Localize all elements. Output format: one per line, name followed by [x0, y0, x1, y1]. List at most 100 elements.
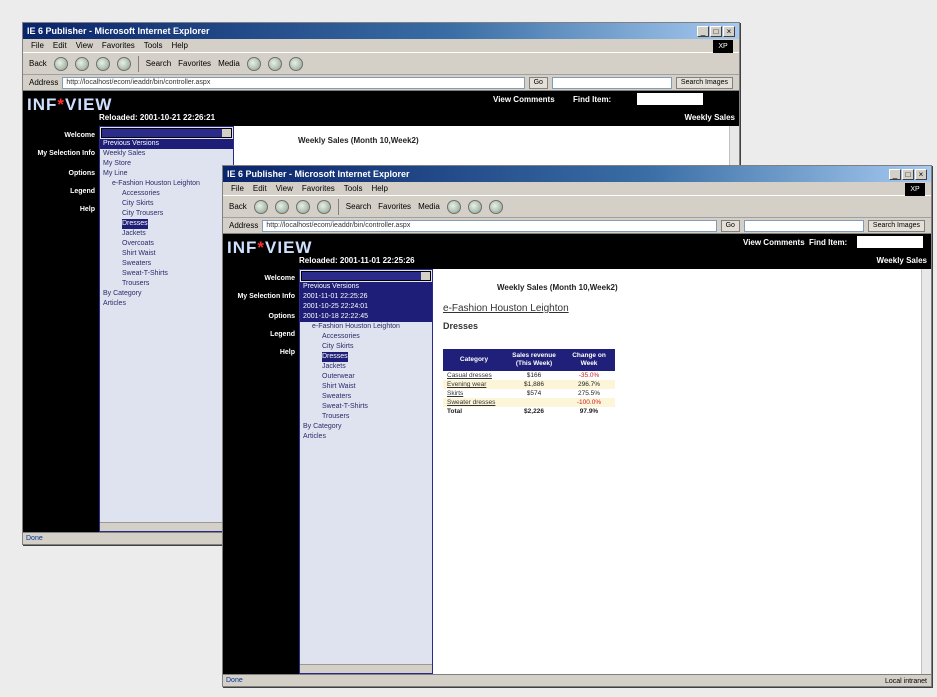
column-header[interactable]: Change on Week	[563, 349, 615, 371]
weekly-sales-link[interactable]: Weekly Sales	[876, 256, 927, 265]
go-button[interactable]: Go	[720, 219, 740, 232]
chevron-down-icon[interactable]	[421, 272, 430, 280]
tree-item-selected[interactable]: Dresses	[300, 352, 432, 362]
tree-item[interactable]: City Trousers	[100, 209, 233, 219]
menu-view[interactable]: View	[276, 184, 293, 193]
category-link[interactable]: Sweater dresses	[443, 398, 505, 407]
stop-icon[interactable]	[274, 199, 289, 214]
media-button[interactable]: Media	[418, 202, 440, 211]
version-option[interactable]: 2001-10-25 22:24:01	[300, 302, 432, 312]
title-bar[interactable]: IE 6 Publisher - Microsoft Internet Expl…	[223, 166, 931, 182]
favorites-button[interactable]: Favorites	[378, 202, 411, 211]
horizontal-scrollbar[interactable]	[300, 664, 432, 673]
tree-root[interactable]: e-Fashion Houston Leighton	[100, 179, 233, 189]
menu-help[interactable]: Help	[371, 184, 387, 193]
nav-welcome[interactable]: Welcome	[64, 132, 99, 139]
view-comments-link[interactable]: View Comments	[493, 95, 555, 104]
tree-item[interactable]: Jackets	[100, 229, 233, 239]
print-icon[interactable]	[488, 199, 503, 214]
close-button[interactable]: ×	[723, 25, 735, 37]
nav-legend[interactable]: Legend	[270, 331, 299, 338]
find-item-input[interactable]	[637, 93, 703, 105]
tree-root[interactable]: e-Fashion Houston Leighton	[300, 322, 432, 332]
close-button[interactable]: ×	[915, 168, 927, 180]
refresh-icon[interactable]	[95, 56, 110, 71]
tree-item[interactable]: Outerwear	[300, 372, 432, 382]
nav-legend[interactable]: Legend	[70, 188, 99, 195]
home-icon[interactable]	[316, 199, 331, 214]
category-link[interactable]: Skirts	[443, 389, 505, 398]
tree-item[interactable]: Trousers	[300, 412, 432, 422]
menu-file[interactable]: File	[31, 41, 44, 50]
tree-item[interactable]: Accessories	[300, 332, 432, 342]
search-images-button[interactable]: Search Images	[675, 76, 733, 89]
nav-selection-info[interactable]: My Selection Info	[237, 293, 299, 300]
tree-item-selected[interactable]: Dresses	[100, 219, 233, 229]
nav-selection-info[interactable]: My Selection Info	[37, 150, 99, 157]
tree-item[interactable]: Sweaters	[300, 392, 432, 402]
tree-item[interactable]: Jackets	[300, 362, 432, 372]
forward-icon[interactable]	[53, 56, 68, 71]
horizontal-scrollbar[interactable]	[100, 522, 233, 531]
favorites-button[interactable]: Favorites	[178, 59, 211, 68]
list-item[interactable]: My Line	[100, 169, 233, 179]
menu-edit[interactable]: Edit	[253, 184, 267, 193]
home-icon[interactable]	[116, 56, 131, 71]
list-item[interactable]: Weekly Sales	[100, 149, 233, 159]
tree-item[interactable]: City Skirts	[100, 199, 233, 209]
find-item-input[interactable]	[857, 236, 923, 248]
address-input[interactable]: http://localhost/ecom/ieaddr/bin/control…	[262, 219, 717, 232]
version-option[interactable]: 2001-11-01 22:25:26	[300, 292, 432, 302]
view-comments-link[interactable]: View Comments	[743, 238, 805, 247]
search-images-button[interactable]: Search Images	[867, 219, 925, 232]
search-button[interactable]: Search	[146, 59, 171, 68]
selected-version[interactable]: Previous Versions	[100, 139, 233, 149]
column-header[interactable]: Sales revenue (This Week)	[505, 349, 563, 371]
menu-tools[interactable]: Tools	[144, 41, 163, 50]
nav-help[interactable]: Help	[280, 349, 299, 356]
category-link[interactable]: Casual dresses	[443, 371, 505, 380]
tree-item[interactable]: Accessories	[100, 189, 233, 199]
tree-item[interactable]: Overcoats	[100, 239, 233, 249]
tree-item[interactable]: Trousers	[100, 279, 233, 289]
history-icon[interactable]	[246, 56, 261, 71]
nav-options[interactable]: Options	[69, 170, 99, 177]
refresh-icon[interactable]	[295, 199, 310, 214]
menu-file[interactable]: File	[231, 184, 244, 193]
back-button[interactable]: Back	[29, 59, 47, 68]
store-link[interactable]: e-Fashion Houston Leighton	[443, 303, 569, 314]
mail-icon[interactable]	[267, 56, 282, 71]
list-item[interactable]: My Store	[100, 159, 233, 169]
nav-options[interactable]: Options	[269, 313, 299, 320]
title-bar[interactable]: IE 6 Publisher - Microsoft Internet Expl…	[23, 23, 739, 39]
go-button[interactable]: Go	[528, 76, 548, 89]
menu-favorites[interactable]: Favorites	[302, 184, 335, 193]
version-select[interactable]	[301, 271, 431, 281]
nav-welcome[interactable]: Welcome	[264, 275, 299, 282]
menu-favorites[interactable]: Favorites	[102, 41, 135, 50]
maximize-button[interactable]: □	[710, 25, 722, 37]
version-option[interactable]: 2001-10-18 22:22:45	[300, 312, 432, 322]
list-item[interactable]: Articles	[300, 432, 432, 442]
vertical-scrollbar[interactable]	[921, 269, 931, 674]
minimize-button[interactable]: _	[697, 25, 709, 37]
tree-item[interactable]: Shirt Waist	[100, 249, 233, 259]
mail-icon[interactable]	[467, 199, 482, 214]
menu-view[interactable]: View	[76, 41, 93, 50]
menu-edit[interactable]: Edit	[53, 41, 67, 50]
minimize-button[interactable]: _	[889, 168, 901, 180]
tree-item[interactable]: City Skirts	[300, 342, 432, 352]
media-button[interactable]: Media	[218, 59, 240, 68]
tree-item[interactable]: Sweaters	[100, 259, 233, 269]
history-icon[interactable]	[446, 199, 461, 214]
nav-help[interactable]: Help	[80, 206, 99, 213]
tree-item[interactable]: Shirt Waist	[300, 382, 432, 392]
list-item[interactable]: Articles	[100, 299, 233, 309]
forward-icon[interactable]	[253, 199, 268, 214]
list-item[interactable]: By Category	[100, 289, 233, 299]
back-button[interactable]: Back	[229, 202, 247, 211]
stop-icon[interactable]	[74, 56, 89, 71]
google-search-input[interactable]	[551, 76, 672, 89]
address-input[interactable]: http://localhost/ecom/ieaddr/bin/control…	[62, 76, 525, 89]
weekly-sales-link[interactable]: Weekly Sales	[684, 113, 735, 122]
